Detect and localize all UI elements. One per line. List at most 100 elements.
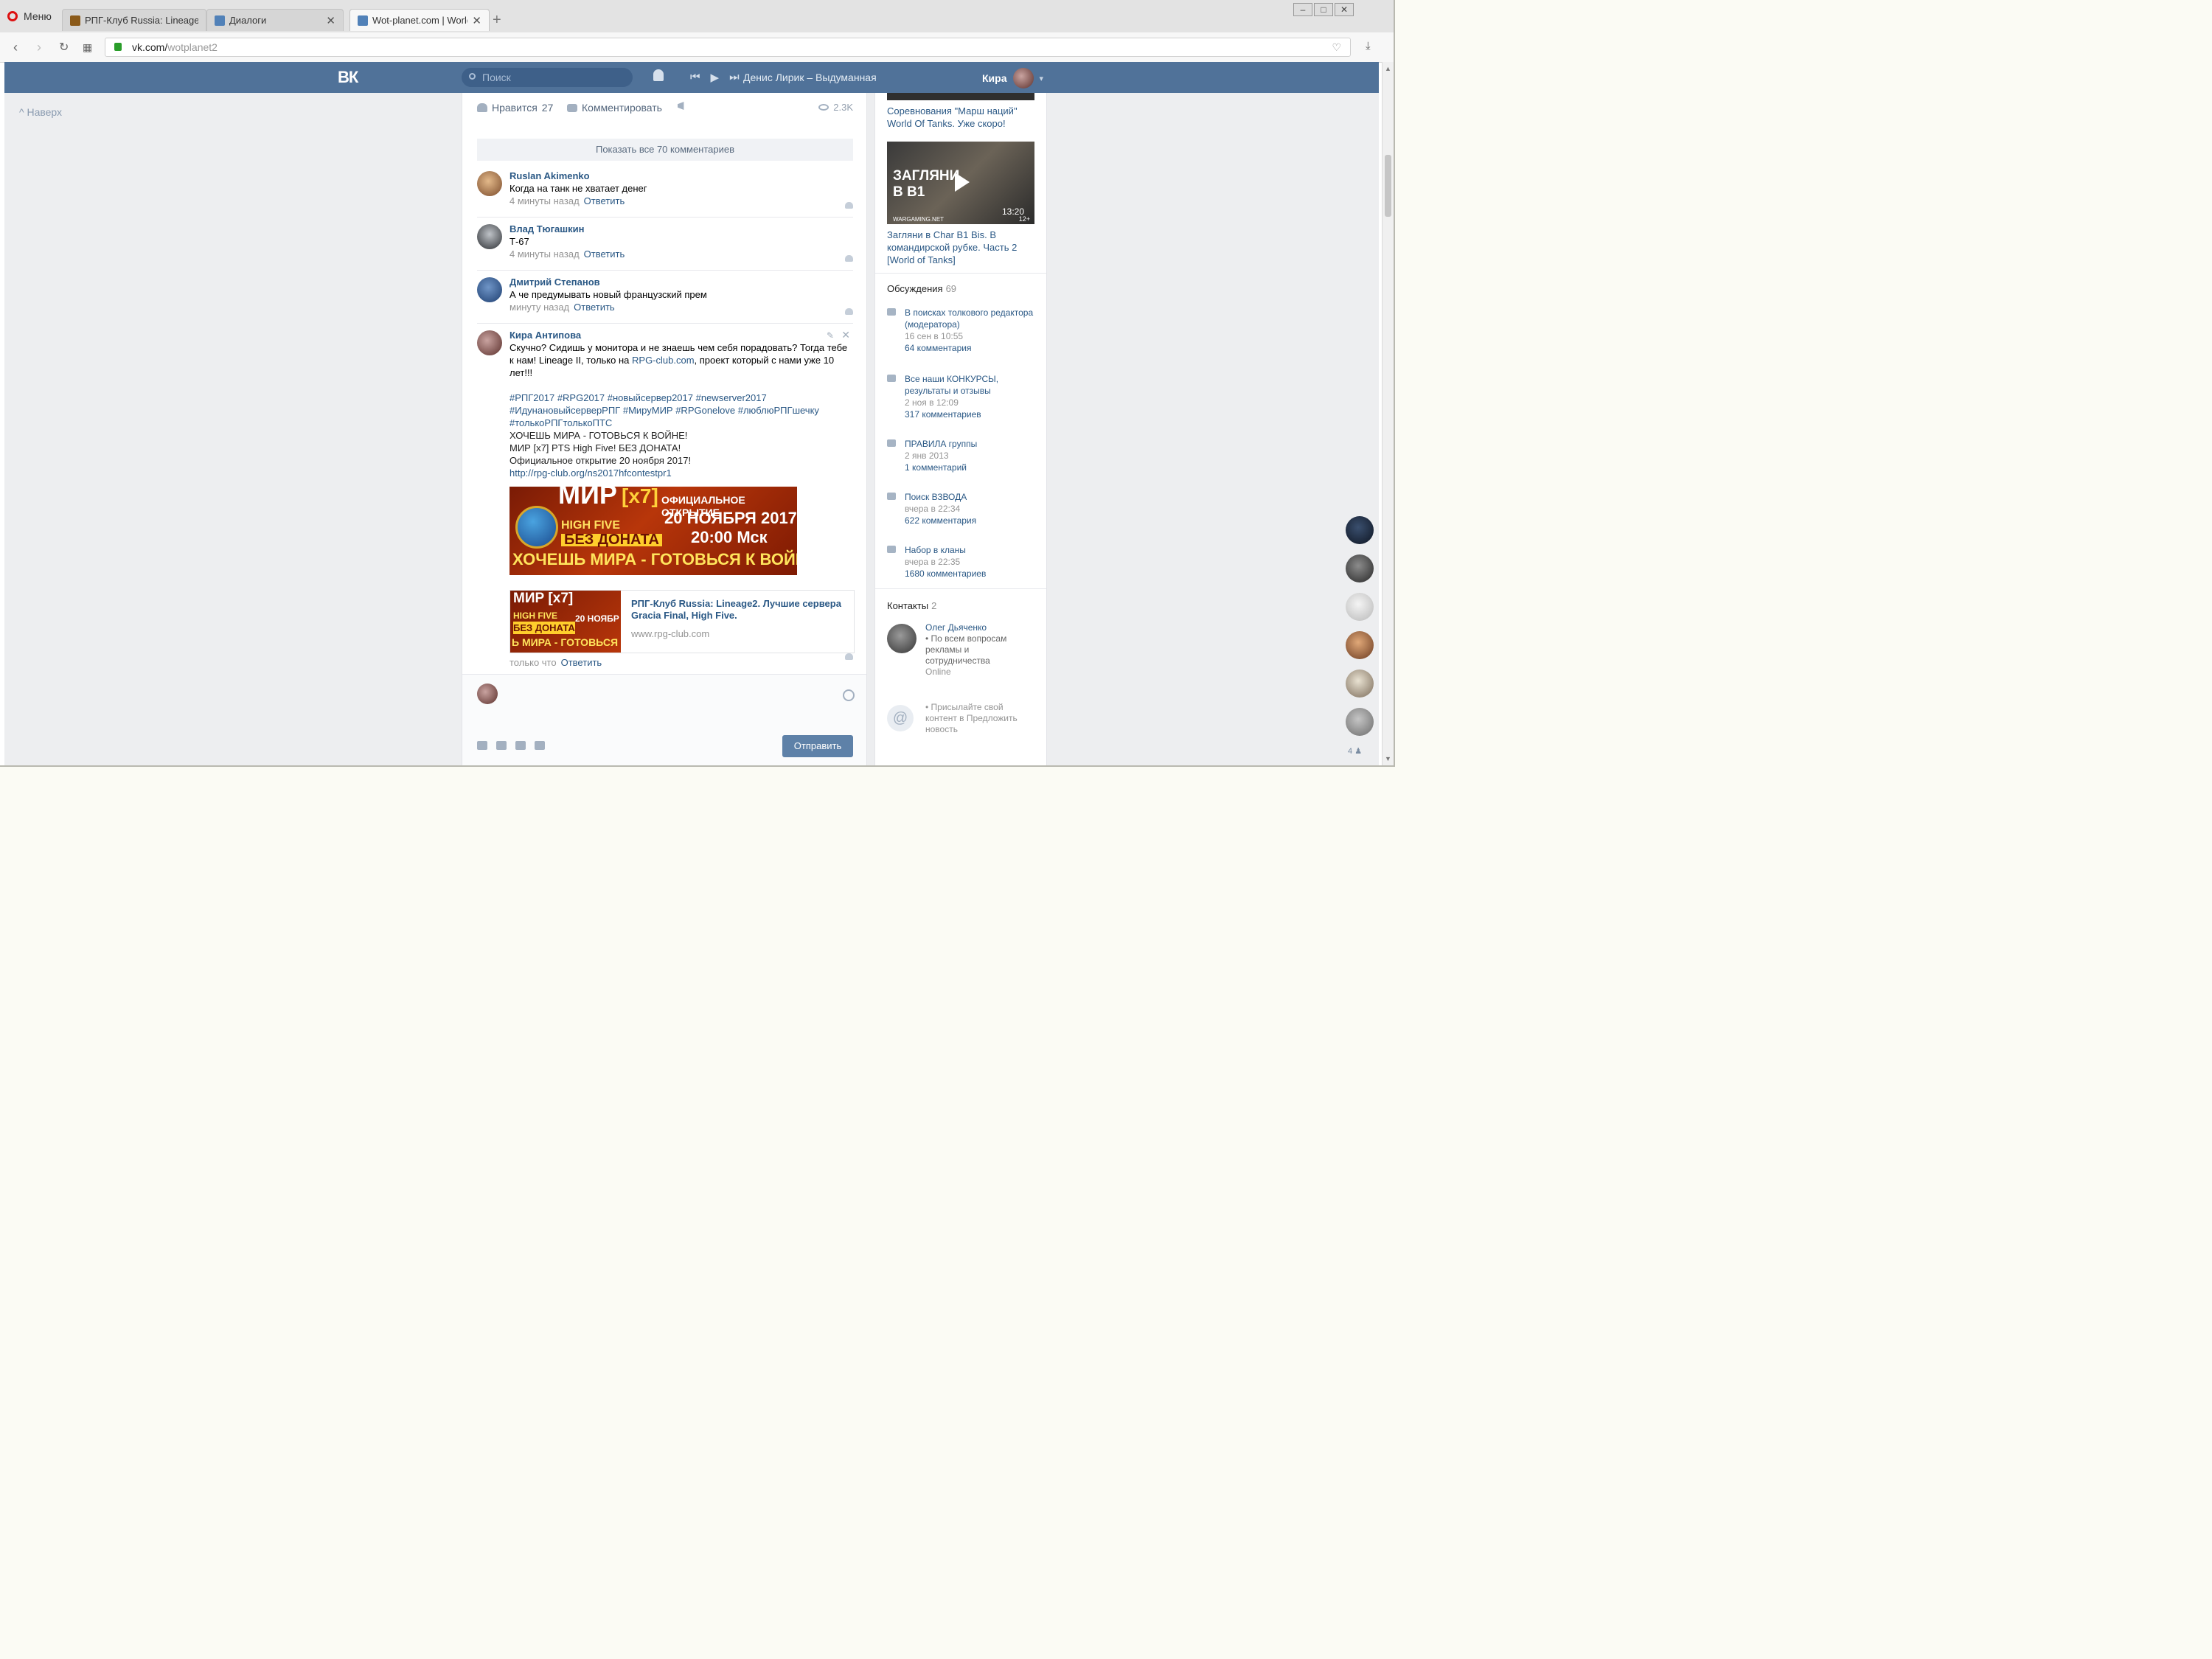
maximize-icon[interactable]: □ bbox=[1314, 3, 1333, 16]
contact-name[interactable]: Олег Дьяченко bbox=[925, 622, 1034, 633]
suggest-news-link[interactable]: @ • Присылайте свой контент в Предложить… bbox=[887, 702, 1034, 735]
comment-author[interactable]: Ruslan Akimenko bbox=[509, 170, 853, 182]
comment-time[interactable]: минуту назад bbox=[509, 302, 569, 313]
comment-time[interactable]: 4 минуты назад bbox=[509, 195, 580, 206]
comment-avatar[interactable] bbox=[477, 224, 502, 249]
comment-button[interactable]: Комментировать bbox=[567, 102, 662, 114]
topic-title[interactable]: ПРАВИЛА группы bbox=[905, 438, 1034, 450]
comment-like-icon[interactable] bbox=[845, 308, 853, 315]
promo-url-link[interactable]: http://rpg-club.org/ns2017hfcontestpr1 bbox=[509, 467, 853, 479]
topic-comments[interactable]: 1680 комментариев bbox=[905, 568, 1034, 580]
topic-title[interactable]: Все наши КОНКУРСЫ, результаты и отзывы bbox=[905, 373, 1034, 397]
scroll-down-arrow-icon[interactable]: ▼ bbox=[1385, 755, 1391, 762]
close-tab-icon[interactable]: ✕ bbox=[472, 14, 481, 27]
rpg-club-link[interactable]: RPG-club.com bbox=[632, 355, 695, 366]
reply-link[interactable]: Ответить bbox=[584, 248, 625, 260]
contact-avatar[interactable] bbox=[887, 624, 917, 653]
topic-comments[interactable]: 64 комментария bbox=[905, 342, 1034, 354]
comment-input[interactable] bbox=[507, 684, 816, 706]
discussions-header[interactable]: Обсуждения 69 bbox=[887, 283, 956, 294]
friend-avatar[interactable] bbox=[1346, 631, 1374, 659]
topic-comments[interactable]: 622 комментария bbox=[905, 515, 1034, 526]
share-button[interactable] bbox=[678, 102, 688, 110]
new-tab-icon[interactable]: + bbox=[493, 12, 501, 29]
edit-pencil-icon[interactable]: ✎ bbox=[827, 330, 834, 341]
back-icon[interactable]: ‹ bbox=[13, 40, 18, 55]
minimize-icon[interactable]: – bbox=[1293, 3, 1312, 16]
discussion-topic[interactable]: Набор в кланы вчера в 22:35 1680 коммент… bbox=[887, 544, 1034, 580]
video-icon[interactable] bbox=[496, 741, 507, 750]
tab-rpg-club[interactable]: РПГ-Клуб Russia: Lineage2 bbox=[62, 9, 206, 31]
hashtags[interactable]: #РПГ2017 #RPG2017 #новыйсервер2017 #news… bbox=[509, 392, 853, 429]
discussion-topic[interactable]: В поисках толкового редактора (модератор… bbox=[887, 307, 1034, 354]
comment-like-icon[interactable] bbox=[845, 653, 853, 660]
friend-avatar[interactable] bbox=[1346, 669, 1374, 698]
video-thumbnail[interactable]: ЗАГЛЯНИ В В1 13:20 12+ WARGAMING.NET bbox=[887, 142, 1034, 224]
comment-avatar[interactable] bbox=[477, 277, 502, 302]
prev-track-icon[interactable]: ⏮ bbox=[690, 71, 700, 84]
forward-icon[interactable]: › bbox=[37, 40, 41, 55]
close-window-icon[interactable]: ✕ bbox=[1335, 3, 1354, 16]
camera-icon[interactable] bbox=[477, 741, 487, 750]
comment-avatar[interactable] bbox=[477, 330, 502, 355]
comment-time[interactable]: только что bbox=[509, 657, 557, 668]
video-title-top[interactable]: Соревнования "Марш наций" World Of Tanks… bbox=[887, 105, 1034, 130]
now-playing-track[interactable]: Денис Лирик – Выдуманная bbox=[743, 72, 877, 83]
comment-author[interactable]: Дмитрий Степанов bbox=[509, 276, 853, 288]
document-icon[interactable] bbox=[535, 741, 545, 750]
reply-link[interactable]: Ответить bbox=[584, 195, 625, 206]
topic-comments[interactable]: 1 комментарий bbox=[905, 462, 1034, 473]
like-button[interactable]: Нравится 27 bbox=[477, 102, 553, 114]
friends-count-button[interactable]: 4 ♟ bbox=[1348, 746, 1362, 756]
opera-menu-button[interactable]: Меню bbox=[7, 10, 52, 22]
comment-like-icon[interactable] bbox=[845, 255, 853, 262]
user-menu[interactable]: Кира ▾ bbox=[982, 68, 1043, 88]
topic-title[interactable]: Поиск ВЗВОДА bbox=[905, 491, 1034, 503]
friend-avatar[interactable] bbox=[1346, 554, 1374, 582]
vk-logo-icon[interactable]: ВК bbox=[338, 68, 358, 87]
notifications-bell-icon[interactable] bbox=[653, 69, 664, 81]
friend-avatar[interactable] bbox=[1346, 593, 1374, 621]
tab-wot-planet[interactable]: Wot-planet.com | World of ✕ bbox=[349, 9, 490, 31]
comment-like-icon[interactable] bbox=[845, 202, 853, 209]
emoji-icon[interactable] bbox=[843, 689, 855, 701]
topic-comments[interactable]: 317 комментариев bbox=[905, 408, 1034, 420]
friend-avatar[interactable] bbox=[1346, 516, 1374, 544]
video-thumbnail-top[interactable] bbox=[887, 93, 1034, 100]
delete-comment-icon[interactable]: ✕ bbox=[841, 329, 850, 341]
send-button[interactable]: Отправить bbox=[782, 735, 853, 757]
contact-item[interactable]: Олег Дьяченко • По всем вопросам рекламы… bbox=[887, 622, 1034, 678]
comment-author[interactable]: Кира Антипова bbox=[509, 329, 853, 341]
tab-dialogs[interactable]: Диалоги ✕ bbox=[206, 9, 344, 31]
show-all-comments-button[interactable]: Показать все 70 комментариев bbox=[477, 139, 853, 161]
topic-title[interactable]: В поисках толкового редактора (модератор… bbox=[905, 307, 1034, 330]
promo-banner-image[interactable]: МИР [x7] ОФИЦИАЛЬНОЕ ОТКРЫТИЕ 20 НОЯБРЯ … bbox=[509, 487, 797, 575]
reload-icon[interactable]: ↻ bbox=[59, 40, 69, 55]
link-title[interactable]: РПГ-Клуб Russia: Lineage2. Лучшие сервер… bbox=[631, 598, 845, 622]
comment-avatar[interactable] bbox=[477, 171, 502, 196]
friend-avatar[interactable] bbox=[1346, 708, 1374, 736]
search-input[interactable]: Поиск bbox=[462, 68, 633, 87]
speed-dial-icon[interactable]: ▦ bbox=[83, 41, 92, 54]
discussion-topic[interactable]: Все наши КОНКУРСЫ, результаты и отзывы 2… bbox=[887, 373, 1034, 420]
discussion-topic[interactable]: ПРАВИЛА группы 2 янв 2013 1 комментарий bbox=[887, 438, 1034, 473]
contacts-header[interactable]: Контакты 2 bbox=[887, 600, 936, 611]
scrollbar-thumb[interactable] bbox=[1385, 155, 1391, 217]
url-field[interactable]: vk.com/wotplanet2 ♡ bbox=[105, 38, 1351, 57]
comment-author[interactable]: Влад Тюгашкин bbox=[509, 223, 853, 235]
scroll-up-arrow-icon[interactable]: ▲ bbox=[1385, 65, 1391, 72]
close-tab-icon[interactable]: ✕ bbox=[326, 14, 335, 27]
link-preview-card[interactable]: МИР [x7] HIGH FIVE БЕЗ ДОНАТА 20 НОЯБР Ь… bbox=[509, 590, 855, 653]
topic-title[interactable]: Набор в кланы bbox=[905, 544, 1034, 556]
page-scrollbar[interactable]: ▲ ▼ bbox=[1382, 62, 1394, 765]
play-icon[interactable]: ▶ bbox=[711, 71, 720, 84]
reply-link[interactable]: Ответить bbox=[561, 657, 602, 668]
comment-time[interactable]: 4 минуты назад bbox=[509, 248, 580, 260]
reply-link[interactable]: Ответить bbox=[574, 302, 615, 313]
next-track-icon[interactable]: ⏭ bbox=[729, 71, 740, 84]
video-title[interactable]: Загляни в Char B1 Bis. В командирской ру… bbox=[887, 229, 1034, 266]
discussion-topic[interactable]: Поиск ВЗВОДА вчера в 22:34 622 комментар… bbox=[887, 491, 1034, 526]
scroll-to-top-link[interactable]: ^ Наверх bbox=[19, 106, 62, 118]
bookmark-heart-icon[interactable]: ♡ bbox=[1332, 38, 1341, 56]
music-icon[interactable] bbox=[515, 741, 526, 750]
